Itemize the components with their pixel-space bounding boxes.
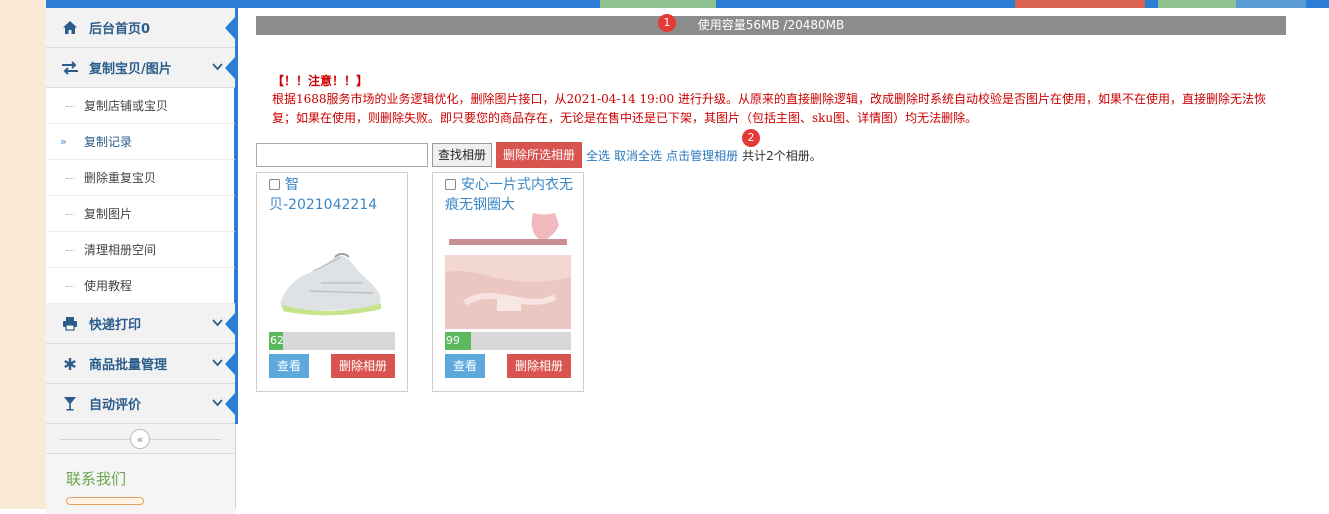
album-thumbnail [445, 213, 571, 329]
submenu-item-clean-album[interactable]: 清理相册空间 [46, 232, 235, 268]
album-thumbnail [269, 213, 395, 329]
album-count-text: 共计2个相册。 [742, 148, 822, 163]
sidebar-item-batch[interactable]: 商品批量管理 [46, 344, 236, 384]
submenu-item-copy-records[interactable]: » 复制记录 [46, 124, 235, 160]
main-content: 使用容量56MB /20480MB 1 【！！注意！！】 根据1688服务市场的… [236, 0, 1329, 509]
album-usage-progress: 62 [269, 332, 395, 350]
contact-panel: 联系我们 [46, 454, 235, 514]
submenu-label: 复制图片 [84, 207, 133, 221]
album-usage-progress: 99 [445, 332, 571, 350]
delete-album-button[interactable]: 删除相册 [331, 354, 395, 378]
active-notch [225, 16, 236, 40]
sidebar-item-express[interactable]: 快递打印 [46, 304, 236, 344]
sidebar: 后台首页0 复制宝贝/图片 复制店铺或宝贝 » 复制记录 删除重复宝贝 复制图片 … [46, 8, 238, 514]
manage-albums-link[interactable]: 点击管理相册 [666, 147, 738, 164]
sidebar-item-copy[interactable]: 复制宝贝/图片 [46, 48, 236, 88]
album-toolbar: 查找相册 删除所选相册 全选 取消全选 点击管理相册 共计2个相册。 [256, 142, 822, 168]
submenu-label: 使用教程 [84, 279, 133, 293]
qq-contact-button[interactable] [66, 497, 144, 505]
submenu-label: 清理相册空间 [84, 243, 157, 257]
sidebar-collapse-bar: « [46, 424, 235, 454]
album-title[interactable]: 安心一片式内衣无痕无钢圈大 [433, 173, 583, 213]
album-card: 智贝-2021042214 62 查看 删除相册 [256, 172, 408, 392]
sneaker-image [269, 213, 395, 329]
swap-arrows-icon [60, 60, 80, 75]
home-icon [60, 20, 80, 35]
submenu-item-copy-images[interactable]: 复制图片 [46, 196, 235, 232]
active-notch [225, 312, 236, 336]
printer-icon [60, 316, 80, 331]
chevron-down-icon [212, 356, 223, 370]
album-image-count: 99 [445, 332, 471, 350]
sidebar-item-home[interactable]: 后台首页0 [46, 8, 236, 48]
notice-title: 【！！注意！！】 [272, 74, 369, 88]
sidebar-item-label: 复制宝贝/图片 [89, 62, 172, 77]
album-search-input[interactable] [256, 143, 428, 167]
glass-icon [60, 396, 80, 411]
chevron-down-icon [212, 396, 223, 410]
album-title-text: 安心一片式内衣无痕无钢圈大 [445, 177, 573, 213]
select-all-link[interactable]: 全选 [586, 147, 610, 164]
active-notch [225, 56, 236, 80]
collapse-sidebar-button[interactable]: « [130, 429, 150, 449]
album-title-text: 智贝-2021042214 [269, 177, 378, 213]
sidebar-item-label: 商品批量管理 [89, 358, 168, 373]
find-album-button[interactable]: 查找相册 [432, 143, 493, 167]
album-title[interactable]: 智贝-2021042214 [257, 173, 407, 213]
storage-usage-bar: 使用容量56MB /20480MB [256, 16, 1286, 35]
album-image-count: 62 [269, 332, 284, 350]
notice-text: 根据1688服务市场的业务逻辑优化，删除图片接口，从2021-04-14 19:… [272, 92, 1266, 125]
delete-selected-albums-button[interactable]: 删除所选相册 [496, 142, 583, 168]
submenu-item-copy-shop[interactable]: 复制店铺或宝贝 [46, 88, 235, 124]
submenu-item-tutorial[interactable]: 使用教程 [46, 268, 235, 304]
active-notch [225, 392, 236, 416]
album-checkbox[interactable] [445, 179, 456, 190]
sidebar-item-review[interactable]: 自动评价 [46, 384, 236, 424]
view-album-button[interactable]: 查看 [445, 354, 485, 378]
view-album-button[interactable]: 查看 [269, 354, 309, 378]
double-chevron-right-icon: » [60, 135, 67, 148]
submenu-label: 复制记录 [84, 135, 133, 149]
copy-submenu: 复制店铺或宝贝 » 复制记录 删除重复宝贝 复制图片 清理相册空间 使用教程 [46, 88, 235, 304]
submenu-label: 复制店铺或宝贝 [84, 99, 169, 113]
sidebar-item-label: 自动评价 [89, 398, 142, 413]
chevron-down-icon [212, 60, 223, 74]
contact-title: 联系我们 [66, 470, 127, 488]
annotation-badge: 1 [658, 14, 676, 32]
asterisk-icon [60, 357, 80, 371]
submenu-item-delete-duplicates[interactable]: 删除重复宝贝 [46, 160, 235, 196]
active-notch [225, 352, 236, 376]
sidebar-item-label: 后台首页0 [89, 22, 151, 37]
delete-album-button[interactable]: 删除相册 [507, 354, 571, 378]
chevron-down-icon [212, 316, 223, 330]
album-card: 安心一片式内衣无痕无钢圈大 99 查看 删除相册 [432, 172, 584, 392]
deselect-all-link[interactable]: 取消全选 [614, 147, 662, 164]
left-margin-band [0, 0, 46, 509]
submenu-label: 删除重复宝贝 [84, 171, 157, 185]
lingerie-detail-image [445, 213, 571, 329]
album-checkbox[interactable] [269, 179, 280, 190]
sidebar-item-label: 快递打印 [89, 318, 142, 333]
